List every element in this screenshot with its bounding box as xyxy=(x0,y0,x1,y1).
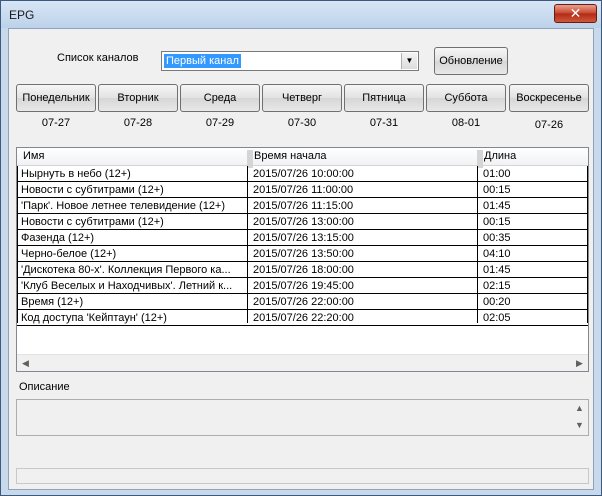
table-row[interactable]: 'Дискотека 80-х'. Коллекция Первого ка..… xyxy=(17,263,588,278)
day-button-monday[interactable]: Понедельник xyxy=(16,84,96,112)
day-date: 07-28 xyxy=(123,117,153,129)
day-button-wednesday[interactable]: Среда xyxy=(180,84,260,112)
close-button[interactable]: ✕ xyxy=(554,4,597,23)
column-header-start-time[interactable]: Время начала xyxy=(248,150,326,162)
grid-line xyxy=(587,166,588,323)
close-icon: ✕ xyxy=(569,5,582,21)
program-name: 'Дискотека 80-х'. Коллекция Первого ка..… xyxy=(21,264,231,276)
table-row[interactable]: Фазенда (12+) 2015/07/26 13:15:00 00:35 xyxy=(17,231,588,246)
program-name: Код доступа 'Кейптаун' (12+) xyxy=(21,312,167,324)
program-start: 2015/07/26 22:00:00 xyxy=(253,296,354,308)
channel-select-value: Первый канал xyxy=(164,54,241,68)
status-bar xyxy=(16,468,589,484)
table-row[interactable]: Черно-белое (12+) 2015/07/26 13:50:00 04… xyxy=(17,247,588,262)
horizontal-scrollbar[interactable]: ◀ ▶ xyxy=(17,354,588,371)
program-length: 00:15 xyxy=(483,216,511,228)
program-length: 02:05 xyxy=(483,312,511,324)
arrow-down-icon[interactable]: ▼ xyxy=(571,417,588,434)
day-date: 07-27 xyxy=(41,117,71,129)
table-row[interactable]: Нырнуть в небо (12+) 2015/07/26 10:00:00… xyxy=(17,167,588,182)
grid-line xyxy=(477,166,478,323)
table-row[interactable]: Код доступа 'Кейптаун' (12+) 2015/07/26 … xyxy=(17,311,588,326)
program-table[interactable]: Имя Время начала Длина Нырнуть в небо (1… xyxy=(16,147,589,372)
grid-line xyxy=(17,166,18,323)
vertical-scrollbar[interactable]: ▲ ▼ xyxy=(571,400,588,435)
program-length: 01:45 xyxy=(483,264,511,276)
client-area: Список каналов Первый канал ▼ Обновление… xyxy=(8,28,594,490)
arrow-up-icon[interactable]: ▲ xyxy=(571,400,588,417)
table-row[interactable]: Время (12+) 2015/07/26 22:00:00 00:20 xyxy=(17,295,588,310)
channel-select[interactable]: Первый канал ▼ xyxy=(161,51,419,71)
grid-line xyxy=(247,166,248,323)
table-row[interactable]: Новости с субтитрами (12+) 2015/07/26 13… xyxy=(17,215,588,230)
program-name: Новости с субтитрами (12+) xyxy=(21,184,164,196)
program-name: 'Клуб Веселых и Находчивых'. Летний к... xyxy=(21,280,233,292)
day-date: 07-29 xyxy=(205,117,235,129)
column-header-length[interactable]: Длина xyxy=(478,150,516,162)
table-row[interactable]: 'Клуб Веселых и Находчивых'. Летний к...… xyxy=(17,279,588,294)
program-name: Новости с субтитрами (12+) xyxy=(21,216,164,228)
arrow-left-icon[interactable]: ◀ xyxy=(17,355,34,371)
table-row[interactable]: 'Парк'. Новое летнее телевидение (12+) 2… xyxy=(17,199,588,214)
chevron-down-icon[interactable]: ▼ xyxy=(401,53,417,69)
program-start: 2015/07/26 10:00:00 xyxy=(253,168,354,180)
day-button-friday[interactable]: Пятница xyxy=(344,84,424,112)
program-start: 2015/07/26 19:45:00 xyxy=(253,280,354,292)
arrow-right-icon[interactable]: ▶ xyxy=(571,355,588,371)
program-name: 'Парк'. Новое летнее телевидение (12+) xyxy=(21,200,226,212)
program-start: 2015/07/26 18:00:00 xyxy=(253,264,354,276)
program-name: Черно-белое (12+) xyxy=(21,248,117,260)
day-date: 07-30 xyxy=(287,117,317,129)
day-date: 07-31 xyxy=(369,117,399,129)
table-row[interactable]: Новости с субтитрами (12+) 2015/07/26 11… xyxy=(17,183,588,198)
program-length: 00:35 xyxy=(483,232,511,244)
description-label: Описание xyxy=(19,381,70,393)
program-length: 01:45 xyxy=(483,200,511,212)
program-start: 2015/07/26 22:20:00 xyxy=(253,312,354,324)
day-button-saturday[interactable]: Суббота xyxy=(426,84,506,112)
program-length: 02:15 xyxy=(483,280,511,292)
epg-window: EPG ✕ Список каналов Первый канал ▼ Обно… xyxy=(0,0,602,496)
program-name: Время (12+) xyxy=(21,296,84,308)
program-name: Нырнуть в небо (12+) xyxy=(21,168,131,180)
description-textarea[interactable]: ▲ ▼ xyxy=(16,399,589,436)
program-name: Фазенда (12+) xyxy=(21,232,95,244)
day-button-tuesday[interactable]: Вторник xyxy=(98,84,178,112)
program-start: 2015/07/26 13:00:00 xyxy=(253,216,354,228)
program-length: 00:20 xyxy=(483,296,511,308)
refresh-button[interactable]: Обновление xyxy=(434,47,508,75)
day-button-thursday[interactable]: Четверг xyxy=(262,84,342,112)
program-length: 04:10 xyxy=(483,248,511,260)
column-header-name[interactable]: Имя xyxy=(17,150,44,162)
program-length: 00:15 xyxy=(483,184,511,196)
window-title: EPG xyxy=(9,8,35,22)
program-length: 01:00 xyxy=(483,168,511,180)
day-date: 08-01 xyxy=(451,117,481,129)
program-start: 2015/07/26 11:00:00 xyxy=(253,184,354,196)
title-bar[interactable]: EPG ✕ xyxy=(1,1,601,28)
program-start: 2015/07/26 13:15:00 xyxy=(253,232,354,244)
day-button-sunday[interactable]: Воскресенье xyxy=(509,84,589,112)
program-start: 2015/07/26 11:15:00 xyxy=(253,200,354,212)
table-header: Имя Время начала Длина xyxy=(17,148,588,168)
channel-list-label: Список каналов xyxy=(57,52,139,64)
program-start: 2015/07/26 13:50:00 xyxy=(253,248,354,260)
day-date: 07-26 xyxy=(534,119,564,131)
